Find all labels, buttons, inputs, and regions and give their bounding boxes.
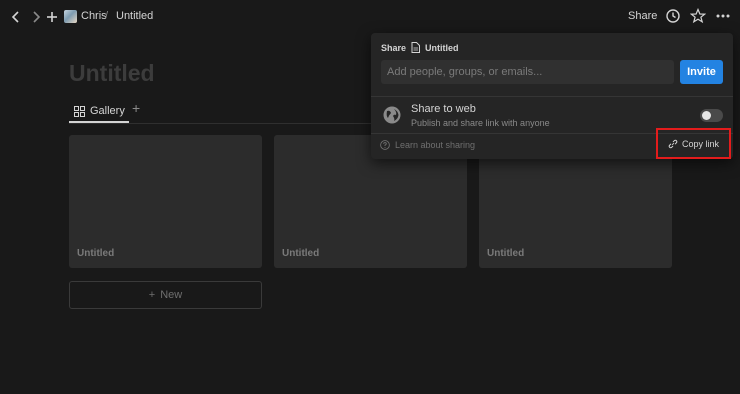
share-popover-header: Share Untitled bbox=[381, 42, 459, 53]
link-chain-icon bbox=[668, 139, 678, 148]
gallery-card-title: Untitled bbox=[487, 248, 525, 259]
invite-email-input[interactable] bbox=[381, 60, 674, 84]
share-to-web-description: Publish and share link with anyone bbox=[411, 118, 550, 128]
add-view-plus-icon[interactable]: + bbox=[132, 101, 144, 115]
share-button[interactable]: Share bbox=[628, 10, 657, 22]
history-clock-icon[interactable] bbox=[665, 8, 681, 24]
gallery-card[interactable]: Untitled bbox=[69, 135, 262, 268]
page-title[interactable]: Untitled bbox=[69, 60, 155, 87]
more-options-icon[interactable] bbox=[715, 8, 731, 24]
learn-about-sharing-label: Learn about sharing bbox=[395, 140, 476, 150]
gallery-card-title: Untitled bbox=[77, 248, 115, 259]
share-header-label: Share bbox=[381, 42, 407, 53]
forward-arrow-icon[interactable] bbox=[29, 9, 43, 25]
new-card-label: New bbox=[160, 289, 183, 301]
copy-link-label: Copy link bbox=[681, 138, 719, 149]
help-question-icon bbox=[380, 140, 390, 150]
share-to-web-title: Share to web bbox=[411, 103, 476, 115]
tab-gallery-label: Gallery bbox=[90, 105, 125, 117]
new-page-plus-icon[interactable] bbox=[45, 9, 59, 25]
breadcrumb-separator: / bbox=[105, 10, 109, 22]
top-bar: Chris / Untitled Share bbox=[0, 0, 740, 34]
gallery-grid-icon bbox=[74, 105, 85, 117]
tab-gallery[interactable]: Gallery bbox=[69, 100, 130, 122]
back-arrow-icon[interactable] bbox=[9, 9, 23, 25]
favorite-star-icon[interactable] bbox=[690, 8, 706, 24]
breadcrumb-page[interactable]: Untitled bbox=[116, 10, 153, 22]
gallery-card-title: Untitled bbox=[282, 248, 320, 259]
copy-link-button[interactable]: Copy link bbox=[656, 128, 731, 159]
notion-page: Chris / Untitled Share Untitled Gallery … bbox=[0, 0, 740, 394]
workspace-avatar[interactable] bbox=[64, 10, 77, 23]
invite-button[interactable]: Invite bbox=[680, 60, 723, 84]
learn-about-sharing-link[interactable]: Learn about sharing bbox=[380, 140, 475, 150]
globe-icon bbox=[383, 106, 401, 124]
share-popover: Share Untitled Invite Share to web Publi… bbox=[371, 33, 733, 159]
popover-divider bbox=[371, 96, 733, 97]
toggle-knob bbox=[702, 111, 711, 120]
share-to-web-toggle[interactable] bbox=[700, 109, 723, 122]
new-card-button[interactable]: + New bbox=[69, 281, 262, 309]
share-header-page: Untitled bbox=[425, 42, 459, 53]
page-document-icon bbox=[411, 42, 421, 53]
breadcrumb-user[interactable]: Chris bbox=[81, 10, 107, 22]
new-plus-icon: + bbox=[148, 289, 156, 301]
